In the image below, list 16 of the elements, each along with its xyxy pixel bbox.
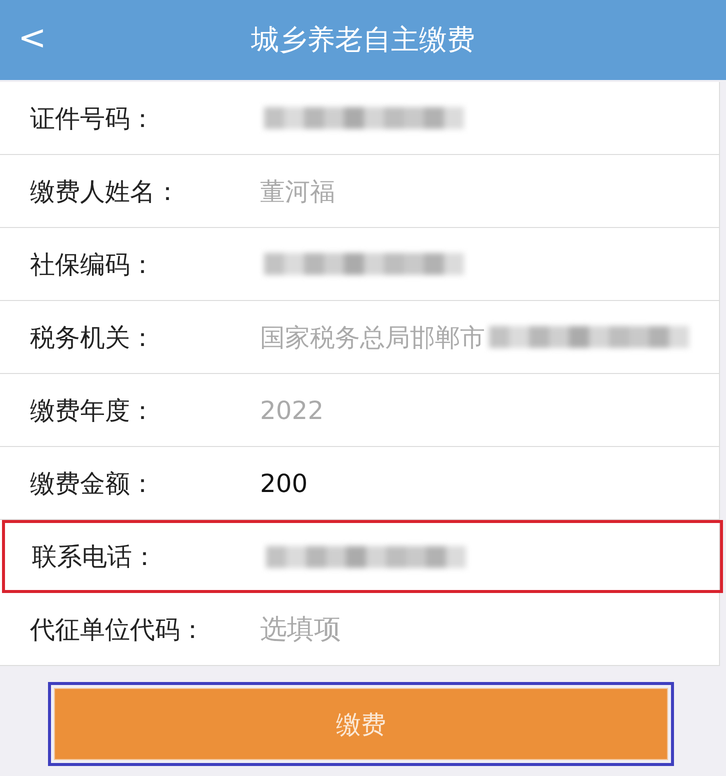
field-value: 国家税务总局邯郸市 <box>260 322 485 354</box>
field-value: 2022 <box>260 396 324 424</box>
back-button[interactable]: < <box>8 14 56 62</box>
input-field[interactable]: 选填项 <box>260 614 520 644</box>
field-label: 缴费人姓名： <box>30 176 181 208</box>
field-label: 代征单位代码： <box>30 614 206 646</box>
field-value: 200 <box>260 468 308 498</box>
field-label: 社保编码： <box>30 248 156 280</box>
field-label: 证件号码： <box>30 102 156 134</box>
field-label: 税务机关： <box>30 322 156 354</box>
field-value: 董河福 <box>260 176 335 208</box>
pay-button[interactable]: 缴费 <box>54 688 668 760</box>
field-label: 缴费年度： <box>30 394 156 426</box>
field-label: 联系电话： <box>32 541 158 573</box>
page-title: 城乡养老自主缴费 <box>251 22 475 58</box>
field-label: 缴费金额： <box>30 468 156 500</box>
